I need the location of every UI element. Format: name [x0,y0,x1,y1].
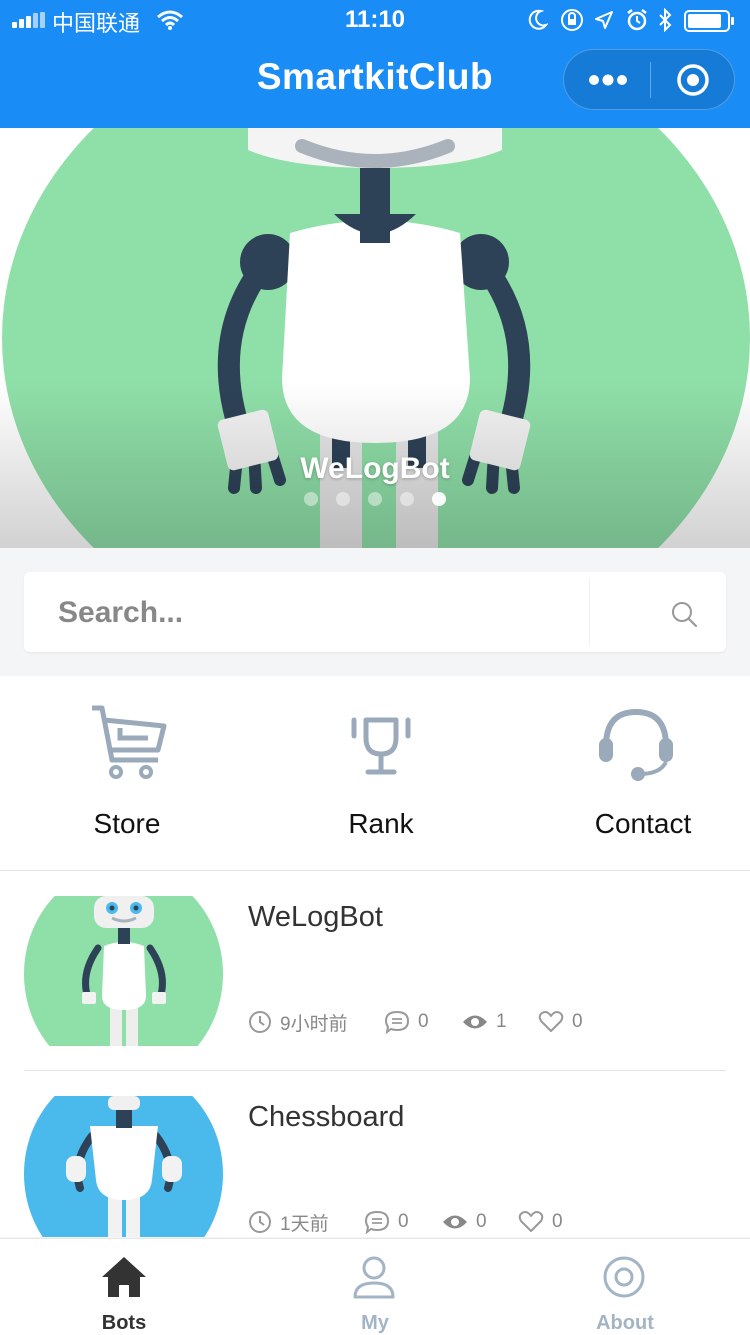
carousel-dot-3[interactable] [368,492,382,506]
comments-meta: 0 [364,1207,409,1237]
comments-count: 0 [398,1211,409,1232]
tab-bots[interactable]: Bots [0,1239,250,1335]
views-meta: 1 [462,1007,507,1037]
contact-action[interactable]: Contact [548,676,738,870]
search-icon[interactable] [670,600,698,628]
menu-capsule [563,49,735,110]
tab-bots-label: Bots [101,1312,147,1334]
search-divider [589,578,590,646]
clock-icon [249,1011,271,1033]
rank-label: Rank [348,808,414,839]
alarm-icon [627,9,647,31]
rotation-lock-icon [561,9,583,31]
headset-icon [599,708,673,781]
store-label: Store [93,808,161,839]
moon-icon [528,9,548,30]
list-item[interactable]: WeLogBot 9小时前 0 1 0 [0,871,750,1071]
bot-title: Chessboard [248,1101,405,1133]
clock-icon [249,1211,271,1233]
close-button[interactable] [651,50,735,109]
tab-about[interactable]: About [500,1239,750,1335]
rank-action[interactable]: Rank [286,676,476,870]
home-icon [102,1257,146,1297]
trophy-icon [351,717,411,775]
eye-icon [463,1015,487,1029]
cart-icon [92,705,167,779]
time-text: 1天前 [280,1213,329,1235]
likes-meta: 0 [518,1207,563,1237]
bot-list: WeLogBot 9小时前 0 1 0 Chessboard 1天前 0 0 0 [0,871,750,1237]
list-item[interactable]: Chessboard 1天前 0 0 0 [0,1071,750,1237]
time-meta: 9小时前 [248,1007,348,1037]
likes-count: 0 [552,1211,563,1232]
bot-title: WeLogBot [248,901,383,933]
tab-my[interactable]: My [250,1239,500,1335]
views-count: 1 [496,1011,507,1032]
likes-count: 0 [572,1011,583,1032]
likes-meta: 0 [538,1007,583,1037]
tab-bar: Bots My About [0,1238,750,1335]
comments-meta: 0 [384,1007,429,1037]
views-count: 0 [476,1211,487,1232]
top-bar: 中国联通 11:10 SmartkitClub [0,0,750,128]
location-icon [595,11,613,29]
battery-icon [684,10,734,32]
user-icon [353,1256,395,1299]
comment-icon [384,1010,410,1034]
search-bar [24,572,726,654]
carousel-dot-2[interactable] [336,492,350,506]
bot-thumbnail [24,1096,223,1237]
tab-my-label: My [361,1312,389,1334]
heart-icon [538,1011,564,1032]
comments-count: 0 [418,1011,429,1032]
heart-icon [518,1211,544,1232]
quick-actions: Store Rank Contact [0,676,750,871]
banner-caption: WeLogBot [300,452,450,485]
time-text: 9小时前 [280,1013,348,1035]
more-dots-icon [589,74,627,86]
search-input[interactable] [56,572,600,654]
carousel-dot-1[interactable] [304,492,318,506]
store-action[interactable]: Store [32,676,222,870]
time-meta: 1天前 [248,1207,329,1237]
target-circle-icon [677,64,709,96]
target-icon [603,1256,645,1298]
views-meta: 0 [442,1207,487,1237]
eye-icon [443,1215,467,1229]
bluetooth-icon [659,8,672,32]
carousel-dot-4[interactable] [400,492,414,506]
comment-icon [364,1210,390,1234]
contact-label: Contact [594,808,692,839]
more-button[interactable] [564,50,650,109]
tab-about-label: About [596,1312,654,1334]
status-icons [528,8,738,32]
carousel-dot-5[interactable] [432,492,446,506]
bot-thumbnail [24,896,223,1046]
